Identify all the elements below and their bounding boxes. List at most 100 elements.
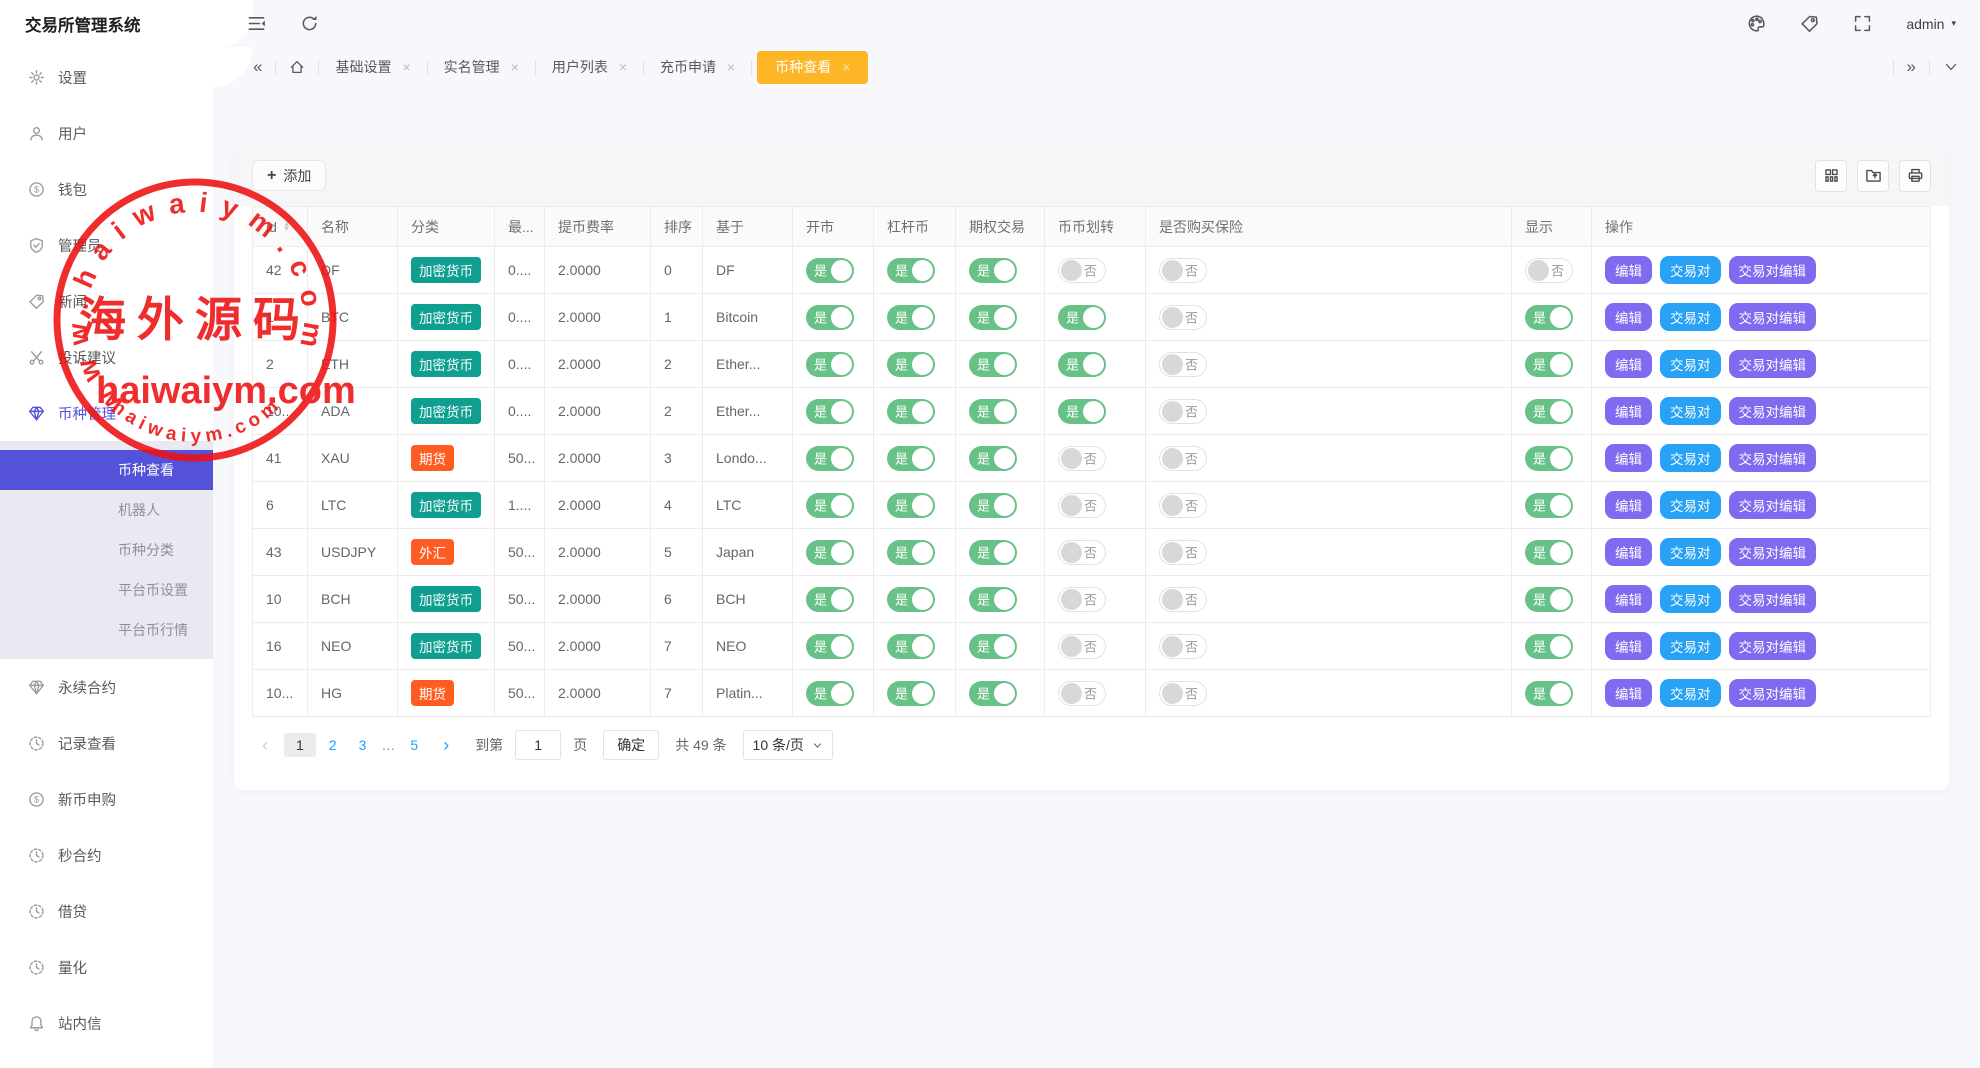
tabs-scroll-right-button[interactable]: » — [1894, 57, 1929, 77]
submenu-item-平台币设置[interactable]: 平台币设置 — [0, 570, 213, 610]
toggle-on[interactable]: 是 — [969, 352, 1017, 377]
tabs-scroll-left-button[interactable]: « — [240, 57, 275, 77]
sidebar-item-借贷[interactable]: 借贷 — [0, 883, 213, 939]
toggle-off[interactable]: 否 — [1159, 493, 1207, 518]
action-交易对[interactable]: 交易对 — [1660, 350, 1721, 378]
toggle-off[interactable]: 否 — [1159, 446, 1207, 471]
toggle-on[interactable]: 是 — [969, 399, 1017, 424]
submenu-item-平台币行情[interactable]: 平台币行情 — [0, 610, 213, 650]
close-icon[interactable]: × — [842, 59, 850, 75]
close-icon[interactable]: × — [619, 59, 627, 75]
toggle-on[interactable]: 是 — [1525, 352, 1573, 377]
toggle-on[interactable]: 是 — [969, 540, 1017, 565]
action-交易对编辑[interactable]: 交易对编辑 — [1729, 350, 1817, 378]
toggle-on[interactable]: 是 — [806, 493, 854, 518]
action-交易对[interactable]: 交易对 — [1660, 256, 1721, 284]
sort-icon[interactable]: ▲▼ — [283, 222, 290, 231]
toggle-off[interactable]: 否 — [1159, 587, 1207, 612]
tabs-menu-button[interactable] — [1930, 59, 1972, 75]
theme-palette-icon[interactable] — [1747, 14, 1766, 33]
toggle-on[interactable]: 是 — [887, 305, 935, 330]
print-button[interactable] — [1899, 160, 1931, 192]
toggle-on[interactable]: 是 — [1525, 587, 1573, 612]
action-交易对[interactable]: 交易对 — [1660, 679, 1721, 707]
toggle-off[interactable]: 否 — [1058, 258, 1106, 283]
toggle-off[interactable]: 否 — [1058, 446, 1106, 471]
submenu-item-币种查看[interactable]: 币种查看 — [0, 450, 213, 490]
action-交易对编辑[interactable]: 交易对编辑 — [1729, 491, 1817, 519]
toggle-on[interactable]: 是 — [806, 305, 854, 330]
sidebar-item-量化[interactable]: 量化 — [0, 939, 213, 995]
toggle-on[interactable]: 是 — [806, 399, 854, 424]
tab-币种查看[interactable]: 币种查看× — [757, 51, 868, 84]
toggle-on[interactable]: 是 — [887, 399, 935, 424]
action-编辑[interactable]: 编辑 — [1605, 538, 1652, 566]
toggle-on[interactable]: 是 — [887, 587, 935, 612]
submenu-item-币种分类[interactable]: 币种分类 — [0, 530, 213, 570]
columns-filter-button[interactable] — [1815, 160, 1847, 192]
action-交易对编辑[interactable]: 交易对编辑 — [1729, 679, 1817, 707]
action-交易对编辑[interactable]: 交易对编辑 — [1729, 256, 1817, 284]
toggle-off[interactable]: 否 — [1159, 305, 1207, 330]
action-交易对编辑[interactable]: 交易对编辑 — [1729, 444, 1817, 472]
toggle-on[interactable]: 是 — [806, 352, 854, 377]
pagination-page-2[interactable]: 2 — [320, 737, 346, 753]
close-icon[interactable]: × — [511, 59, 519, 75]
toggle-off[interactable]: 否 — [1159, 352, 1207, 377]
toggle-on[interactable]: 是 — [887, 352, 935, 377]
toggle-off[interactable]: 否 — [1525, 258, 1573, 283]
toggle-off[interactable]: 否 — [1159, 399, 1207, 424]
action-交易对编辑[interactable]: 交易对编辑 — [1729, 397, 1817, 425]
pagination-page-3[interactable]: 3 — [350, 737, 376, 753]
action-交易对[interactable]: 交易对 — [1660, 632, 1721, 660]
toggle-off[interactable]: 否 — [1159, 681, 1207, 706]
toggle-on[interactable]: 是 — [806, 587, 854, 612]
action-编辑[interactable]: 编辑 — [1605, 350, 1652, 378]
fullscreen-icon[interactable] — [1853, 14, 1872, 33]
action-交易对[interactable]: 交易对 — [1660, 585, 1721, 613]
toggle-off[interactable]: 否 — [1058, 587, 1106, 612]
action-编辑[interactable]: 编辑 — [1605, 585, 1652, 613]
action-交易对[interactable]: 交易对 — [1660, 491, 1721, 519]
page-size-select[interactable]: 10 条/页 — [743, 730, 833, 760]
refresh-icon[interactable] — [300, 14, 319, 33]
toggle-on[interactable]: 是 — [1525, 634, 1573, 659]
sidebar-item-秒合约[interactable]: 秒合约 — [0, 827, 213, 883]
action-交易对[interactable]: 交易对 — [1660, 303, 1721, 331]
toggle-on[interactable]: 是 — [887, 258, 935, 283]
toggle-on[interactable]: 是 — [1525, 446, 1573, 471]
pagination-page-1[interactable]: 1 — [284, 733, 316, 757]
sidebar-item-管理员[interactable]: 管理员 — [0, 217, 213, 273]
toggle-on[interactable]: 是 — [806, 681, 854, 706]
action-编辑[interactable]: 编辑 — [1605, 679, 1652, 707]
action-编辑[interactable]: 编辑 — [1605, 256, 1652, 284]
toggle-on[interactable]: 是 — [969, 446, 1017, 471]
tab-实名管理[interactable]: 实名管理× — [428, 47, 535, 87]
toggle-on[interactable]: 是 — [969, 587, 1017, 612]
add-button[interactable]: + 添加 — [252, 160, 326, 191]
toggle-on[interactable]: 是 — [1525, 493, 1573, 518]
action-交易对编辑[interactable]: 交易对编辑 — [1729, 303, 1817, 331]
toggle-on[interactable]: 是 — [887, 540, 935, 565]
toggle-on[interactable]: 是 — [1525, 305, 1573, 330]
sidebar-item-永续合约[interactable]: 永续合约 — [0, 659, 213, 715]
collapse-sidebar-icon[interactable] — [247, 14, 266, 33]
toggle-on[interactable]: 是 — [969, 634, 1017, 659]
action-交易对编辑[interactable]: 交易对编辑 — [1729, 585, 1817, 613]
action-交易对编辑[interactable]: 交易对编辑 — [1729, 538, 1817, 566]
close-icon[interactable]: × — [727, 59, 735, 75]
pagination-page-5[interactable]: 5 — [401, 737, 427, 753]
toggle-off[interactable]: 否 — [1058, 493, 1106, 518]
export-button[interactable] — [1857, 160, 1889, 192]
action-交易对[interactable]: 交易对 — [1660, 397, 1721, 425]
toggle-on[interactable]: 是 — [969, 493, 1017, 518]
toggle-on[interactable]: 是 — [806, 258, 854, 283]
action-编辑[interactable]: 编辑 — [1605, 303, 1652, 331]
action-编辑[interactable]: 编辑 — [1605, 632, 1652, 660]
sidebar-item-站内信[interactable]: 站内信 — [0, 995, 213, 1051]
toggle-on[interactable]: 是 — [887, 634, 935, 659]
toggle-on[interactable]: 是 — [1058, 399, 1106, 424]
toggle-on[interactable]: 是 — [1525, 681, 1573, 706]
sidebar-item-记录查看[interactable]: 记录查看 — [0, 715, 213, 771]
user-menu[interactable]: admin ▾ — [1906, 16, 1956, 32]
